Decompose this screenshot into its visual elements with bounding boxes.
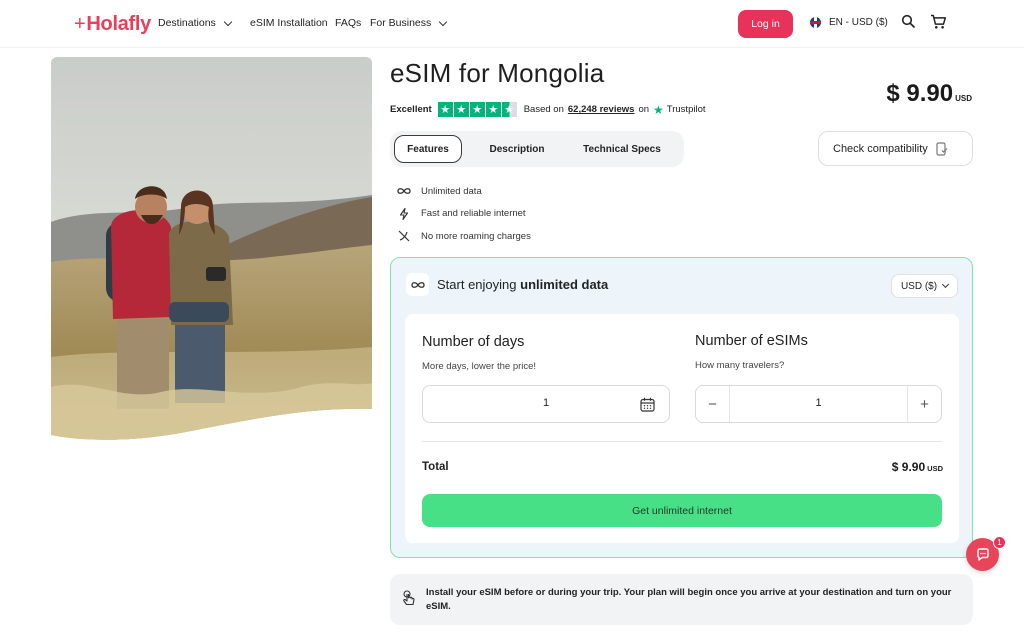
plan-options: Number of days More days, lower the pric… — [405, 314, 959, 543]
nav-for-business[interactable]: For Business — [370, 17, 448, 29]
nav-for-business-label: For Business — [370, 17, 432, 29]
days-value: 1 — [542, 397, 550, 409]
trustpilot-star-icon: ★ — [653, 102, 664, 117]
nav-destinations[interactable]: Destinations — [158, 17, 233, 29]
language-label: EN - USD ($) — [829, 17, 888, 28]
nav-esim-installation[interactable]: eSIM Installation — [250, 17, 328, 29]
uk-flag-icon — [810, 17, 821, 28]
feature-label: Unlimited data — [421, 185, 482, 197]
half-star-icon: ★ — [501, 102, 517, 117]
star-icon: ★ — [485, 102, 501, 117]
lightning-icon — [397, 207, 411, 220]
nav-faqs-label: FAQs — [335, 17, 362, 29]
no-roaming-icon — [397, 230, 411, 242]
currency-select-value: USD ($) — [900, 280, 938, 292]
get-unlimited-internet-button[interactable]: Get unlimited internet — [422, 494, 942, 527]
install-note: Install your eSIM before or during your … — [390, 574, 973, 625]
reviews-count-link[interactable]: 62,248 reviews — [568, 104, 635, 115]
infinity-icon — [397, 187, 411, 195]
plan-card-title: Start enjoying unlimited data — [437, 277, 608, 292]
nav-faqs[interactable]: FAQs — [335, 17, 361, 29]
holafly-logo[interactable]: +Holafly — [74, 13, 151, 36]
esims-stepper[interactable]: − 1 + — [695, 385, 942, 423]
hero-image — [51, 57, 372, 442]
nav-destinations-label: Destinations — [158, 17, 216, 29]
esims-hint: How many travelers? — [695, 360, 785, 371]
cart-icon[interactable] — [930, 14, 947, 35]
total-currency: USD — [927, 464, 943, 473]
feature-label: Fast and reliable internet — [421, 208, 526, 220]
install-note-text: Install your eSIM before or during your … — [426, 587, 952, 612]
star-icon: ★ — [469, 102, 485, 117]
check-compatibility-label: Check compatibility — [833, 142, 928, 155]
calendar-icon[interactable] — [640, 397, 655, 415]
phone-check-icon — [936, 141, 948, 156]
product-tabs: Features Description Technical Specs — [390, 131, 684, 167]
trustpilot-rating[interactable]: Excellent ★ ★ ★ ★ ★ Based on 62,248 revi… — [390, 102, 706, 117]
logo-text: Holafly — [86, 13, 151, 35]
currency-select[interactable]: USD ($) — [891, 274, 958, 298]
feature-label: No more roaming charges — [421, 230, 531, 242]
tab-features[interactable]: Features — [394, 135, 462, 163]
total-price: $ 9.90 USD — [892, 460, 943, 474]
rating-word: Excellent — [390, 104, 432, 115]
feature-item: Fast and reliable internet — [397, 203, 531, 226]
esims-label: Number of eSIMs — [695, 333, 808, 349]
infinity-icon — [406, 273, 429, 296]
star-icon: ★ — [437, 102, 453, 117]
plan-title-prefix: Start enjoying — [437, 277, 517, 292]
trustpilot-logo: ★ Trustpilot — [653, 103, 705, 117]
nav-esim-installation-label: eSIM Installation — [250, 17, 328, 29]
trustpilot-label: Trustpilot — [666, 104, 706, 115]
days-input[interactable]: 1 — [422, 385, 670, 423]
reviews-suffix: on — [638, 104, 650, 115]
rating-stars: ★ ★ ★ ★ ★ — [437, 102, 517, 117]
divider — [422, 441, 942, 442]
language-selector[interactable]: EN - USD ($) — [810, 17, 888, 28]
page-title: eSIM for Mongolia — [390, 58, 605, 88]
hand-tap-icon — [402, 590, 416, 611]
product-price: $ 9.90 USD — [886, 80, 972, 108]
chevron-down-icon — [223, 17, 233, 26]
search-icon[interactable] — [901, 14, 915, 33]
price-value: $ 9.90 — [886, 80, 954, 107]
feature-item: Unlimited data — [397, 180, 531, 203]
top-nav: +Holafly Destinations eSIM Installation … — [0, 0, 1024, 48]
tab-technical-specs[interactable]: Technical Specs — [574, 135, 670, 163]
total-value: $ 9.90 — [891, 460, 926, 474]
chat-badge: 1 — [993, 536, 1006, 549]
price-currency: USD — [955, 94, 972, 103]
chevron-down-icon — [942, 280, 950, 289]
chevron-down-icon — [439, 17, 448, 26]
plan-card: Start enjoying unlimited data USD ($) Nu… — [390, 257, 973, 558]
increment-button[interactable]: + — [907, 386, 941, 422]
days-hint: More days, lower the price! — [422, 361, 537, 372]
feature-item: No more roaming charges — [397, 225, 531, 248]
days-label: Number of days — [422, 334, 525, 350]
esims-value: 1 — [815, 397, 822, 409]
total-label: Total — [422, 461, 449, 473]
check-compatibility-button[interactable]: Check compatibility — [818, 131, 973, 166]
star-icon: ★ — [453, 102, 469, 117]
feature-list: Unlimited data Fast and reliable interne… — [397, 180, 531, 248]
reviews-prefix: Based on — [523, 104, 564, 115]
login-button[interactable]: Log in — [738, 10, 793, 38]
chat-icon — [976, 548, 989, 561]
tab-description[interactable]: Description — [478, 135, 556, 163]
plan-title-bold: unlimited data — [520, 277, 609, 292]
